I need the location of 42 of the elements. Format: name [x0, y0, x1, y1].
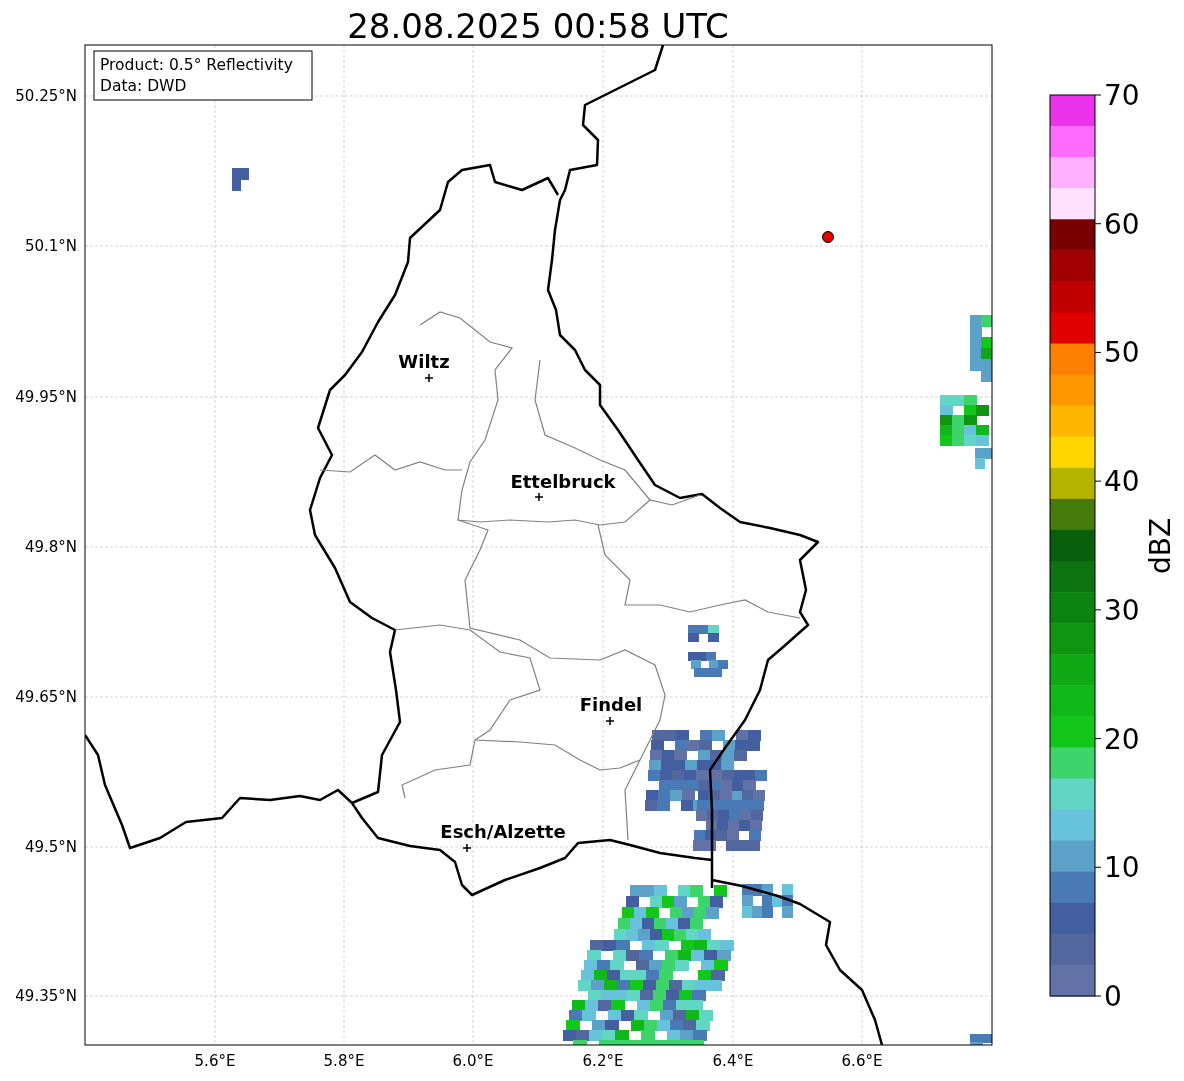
radar-echo-drawing — [688, 625, 719, 642]
latitude-label: 49.8°N — [24, 538, 77, 556]
chart-title: 28.08.2025 00:58 UTC — [347, 6, 729, 46]
latitude-label: 50.25°N — [15, 87, 77, 105]
radar-echo-drawing — [970, 1034, 992, 1045]
colorbar-tick-label: 10 — [1104, 851, 1140, 885]
info-text: Product: 0.5° Reflectivity — [100, 56, 293, 74]
radar-echo-drawing — [742, 884, 793, 918]
info-text: Data: DWD — [100, 77, 187, 95]
city-label: Wiltz — [398, 351, 450, 372]
latitude-label: 49.65°N — [15, 688, 77, 706]
city-marker-icon — [605, 716, 615, 726]
colorbar-title: dBZ — [1144, 517, 1177, 575]
colorbar-tick-label: 40 — [1104, 465, 1140, 499]
radar-echo-drawing — [232, 168, 249, 191]
city-label: Esch/Alzette — [440, 821, 566, 842]
colorbar-tick-label: 0 — [1104, 980, 1122, 1013]
city-label: Ettelbruck — [510, 471, 616, 492]
longitude-label: 6.2°E — [582, 1052, 624, 1070]
colorbar-tick-label: 70 — [1104, 79, 1140, 112]
longitude-label: 6.4°E — [712, 1052, 754, 1070]
city-marker-icon — [534, 492, 544, 502]
colorbar-tick-label: 50 — [1104, 336, 1140, 370]
radar-echo-drawing — [940, 395, 989, 446]
city-marker-icon — [462, 843, 472, 853]
colorbar-tick-label: 20 — [1104, 722, 1140, 756]
latitude-label: 50.1°N — [24, 237, 77, 255]
longitude-label: 5.6°E — [194, 1052, 236, 1070]
radar-echo-drawing — [970, 315, 992, 382]
colorbar-tick-label: 60 — [1104, 207, 1140, 241]
radar-echo-drawing — [688, 652, 728, 677]
colorbar-tick-label: 30 — [1104, 593, 1140, 627]
longitude-label: 6.6°E — [841, 1052, 883, 1070]
longitude-label: 5.8°E — [323, 1052, 365, 1070]
latitude-label: 49.35°N — [15, 987, 77, 1005]
latitude-label: 49.95°N — [15, 388, 77, 406]
radar-echo-drawing — [975, 448, 992, 469]
city-label: Findel — [579, 694, 643, 715]
latitude-label: 49.5°N — [24, 838, 77, 856]
longitude-label: 6.0°E — [452, 1052, 494, 1070]
city-marker-icon — [424, 373, 434, 383]
location-marker-icon — [822, 231, 834, 243]
